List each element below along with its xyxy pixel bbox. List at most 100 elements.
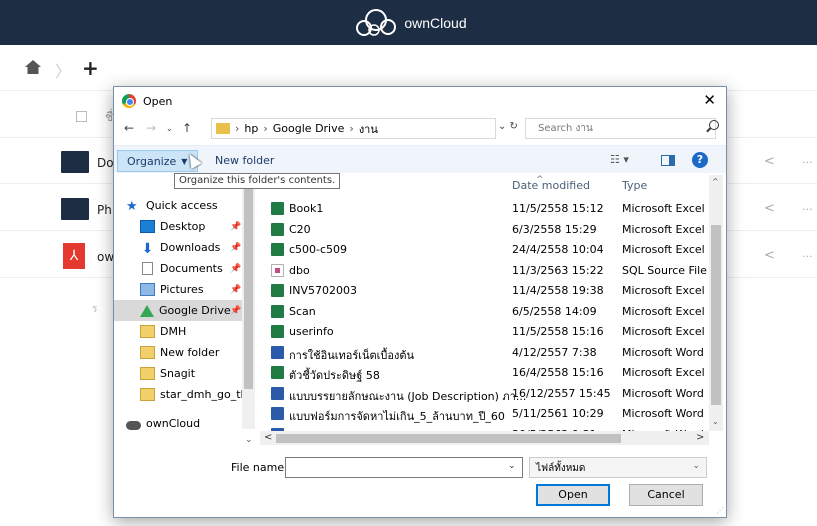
up-icon[interactable]: ↑: [182, 121, 192, 135]
file-date: 11/5/2558 15:16: [512, 325, 604, 338]
more-options-icon[interactable]: ···: [802, 203, 813, 216]
download-icon: ⬇: [141, 241, 154, 257]
dialog-title-bar[interactable]: Open: [114, 87, 726, 115]
recent-locations-icon[interactable]: ⌄: [166, 124, 173, 133]
nav-item-quick-access[interactable]: ★ Quick access: [114, 195, 242, 216]
nav-item-label: Desktop: [160, 220, 206, 233]
pin-icon[interactable]: 📌: [230, 222, 241, 232]
file-name-input[interactable]: [285, 457, 523, 478]
excel-file-icon: [271, 202, 284, 215]
nav-item-downloads[interactable]: ⬇ Downloads 📌: [114, 237, 242, 258]
nav-item-pictures[interactable]: Pictures 📌: [114, 279, 242, 300]
scrollbar-thumb[interactable]: [244, 179, 253, 389]
owncloud-file-name[interactable]: Do: [97, 156, 114, 170]
column-header-type[interactable]: Type: [622, 179, 647, 192]
nav-item-star-dmh[interactable]: star_dmh_go_th: [114, 384, 242, 405]
chevron-down-icon[interactable]: ⌄: [508, 461, 516, 471]
nav-item-new-folder[interactable]: New folder: [114, 342, 242, 363]
file-name: C20: [289, 222, 311, 236]
nav-item-owncloud[interactable]: ownCloud: [114, 413, 242, 434]
folder-icon: [140, 325, 155, 338]
scrollbar-thumb[interactable]: [711, 225, 721, 405]
breadcrumb-item[interactable]: hp: [244, 122, 258, 135]
file-row[interactable]: Book1 11/5/2558 15:12 Microsoft Excel W: [264, 200, 708, 218]
cancel-button[interactable]: Cancel: [629, 484, 703, 506]
owncloud-file-name[interactable]: Ph: [97, 203, 112, 217]
breadcrumb-item[interactable]: Google Drive: [273, 122, 345, 135]
file-type: Microsoft Excel W: [622, 243, 708, 256]
help-icon[interactable]: ?: [692, 152, 708, 168]
folder-icon: [61, 198, 89, 220]
file-type: Microsoft Excel W: [622, 202, 708, 215]
view-options-icon[interactable]: ☷ ▾: [610, 153, 629, 166]
nav-item-label: star_dmh_go_th: [160, 388, 242, 401]
file-row[interactable]: userinfo 11/5/2558 15:16 Microsoft Excel 9…: [264, 323, 708, 341]
word-file-icon: [271, 345, 284, 359]
back-icon[interactable]: ←: [124, 121, 134, 135]
file-row[interactable]: Scan 6/5/2558 14:09 Microsoft Excel W: [264, 303, 708, 321]
file-date: 6/3/2558 15:29: [512, 222, 597, 236]
app-title: ownCloud: [404, 14, 467, 31]
file-name: การใช้อินเทอร์เน็ตเบื้องต้น: [289, 348, 415, 362]
scrollbar-thumb[interactable]: [276, 434, 621, 443]
nav-item-google-drive[interactable]: Google Drive 📌: [114, 300, 242, 321]
pin-icon[interactable]: 📌: [230, 285, 241, 295]
file-row[interactable]: C20 6/3/2558 15:29 Microsoft Excel W: [264, 221, 708, 239]
scroll-left-icon[interactable]: <: [264, 432, 272, 443]
owncloud-logo[interactable]: ownCloud: [350, 8, 467, 38]
share-icon[interactable]: <: [764, 248, 775, 263]
column-header-date[interactable]: Date modified: [512, 179, 590, 192]
file-type: Microsoft Excel W: [622, 304, 708, 318]
new-folder-button[interactable]: New folder: [215, 154, 274, 167]
pin-icon[interactable]: 📌: [230, 243, 241, 253]
more-options-icon[interactable]: ···: [802, 250, 813, 263]
preview-pane-icon[interactable]: [661, 155, 675, 166]
file-name: แบบบรรยายลักษณะงาน (Job Description) ภา.…: [289, 389, 527, 403]
nav-item-documents[interactable]: Documents 📌: [114, 258, 242, 279]
file-row[interactable]: แบบบรรยายลักษณะงาน (Job Description) ภา.…: [264, 385, 708, 403]
select-all-checkbox[interactable]: [76, 111, 87, 122]
file-list-horizontal-scrollbar[interactable]: < >: [260, 431, 709, 445]
resize-grip-icon[interactable]: ⋰: [716, 506, 724, 515]
file-name: userinfo: [289, 325, 334, 338]
file-row[interactable]: c500-c509 24/4/2558 10:04 Microsoft Excel …: [264, 241, 708, 259]
file-type-select[interactable]: ไฟล์ทั้งหมด ⌄: [529, 457, 707, 478]
more-options-icon[interactable]: ···: [802, 156, 813, 169]
address-bar[interactable]: › hp › Google Drive › งาน: [211, 118, 496, 139]
file-list-vertical-scrollbar[interactable]: ^ ⌄: [709, 175, 723, 431]
file-date: 11/3/2563 15:22: [512, 263, 604, 277]
file-row[interactable]: dbo 11/3/2563 15:22 SQL Source File: [264, 262, 708, 280]
file-row[interactable]: การใช้อินเทอร์เน็ตเบื้องต้น 4/12/2557 7:3…: [264, 344, 708, 362]
search-icon[interactable]: [709, 120, 719, 130]
name-column-header[interactable]: ชื่: [105, 108, 113, 127]
share-icon[interactable]: <: [764, 154, 775, 169]
search-input[interactable]: Search งาน: [525, 118, 716, 139]
home-icon[interactable]: [24, 58, 42, 76]
pin-icon[interactable]: 📌: [230, 264, 241, 274]
scroll-up-icon[interactable]: ^: [712, 177, 719, 186]
scroll-down-icon[interactable]: ⌄: [712, 417, 719, 426]
close-button[interactable]: ✕: [703, 91, 716, 109]
file-row[interactable]: แบบฟอร์มการจัดหาไม่เกิน_5_ล้านบาท_ปี_60 5…: [264, 405, 708, 423]
nav-item-snagit[interactable]: Snagit: [114, 363, 242, 384]
owncloud-file-name[interactable]: ow: [97, 250, 114, 264]
dialog-title: Open: [143, 94, 173, 108]
navigation-scrollbar[interactable]: [242, 175, 255, 429]
file-name-label: File name:: [231, 461, 288, 474]
nav-item-desktop[interactable]: Desktop 📌: [114, 216, 242, 237]
owncloud-controls-bar: [0, 45, 817, 91]
breadcrumb-item[interactable]: งาน: [359, 120, 378, 138]
new-button[interactable]: +: [82, 56, 99, 80]
file-row[interactable]: ตัวชี้วัดประดิษฐ์ 58 16/4/2558 15:16 Micro…: [264, 364, 708, 382]
open-button[interactable]: Open: [536, 484, 610, 506]
file-row[interactable]: INV5702003 11/4/2558 19:38 Microsoft Excel…: [264, 282, 708, 300]
file-date: 16/4/2558 15:16: [512, 366, 604, 379]
nav-item-dmh[interactable]: DMH: [114, 321, 242, 342]
share-icon[interactable]: <: [764, 201, 775, 216]
pin-icon[interactable]: 📌: [230, 306, 241, 316]
scroll-right-icon[interactable]: >: [696, 432, 704, 443]
forward-icon[interactable]: →: [146, 121, 156, 135]
chrome-icon: [122, 94, 136, 108]
scroll-down-icon[interactable]: ⌄: [245, 435, 253, 445]
address-dropdown-icon[interactable]: ⌄ ↻: [498, 121, 518, 132]
